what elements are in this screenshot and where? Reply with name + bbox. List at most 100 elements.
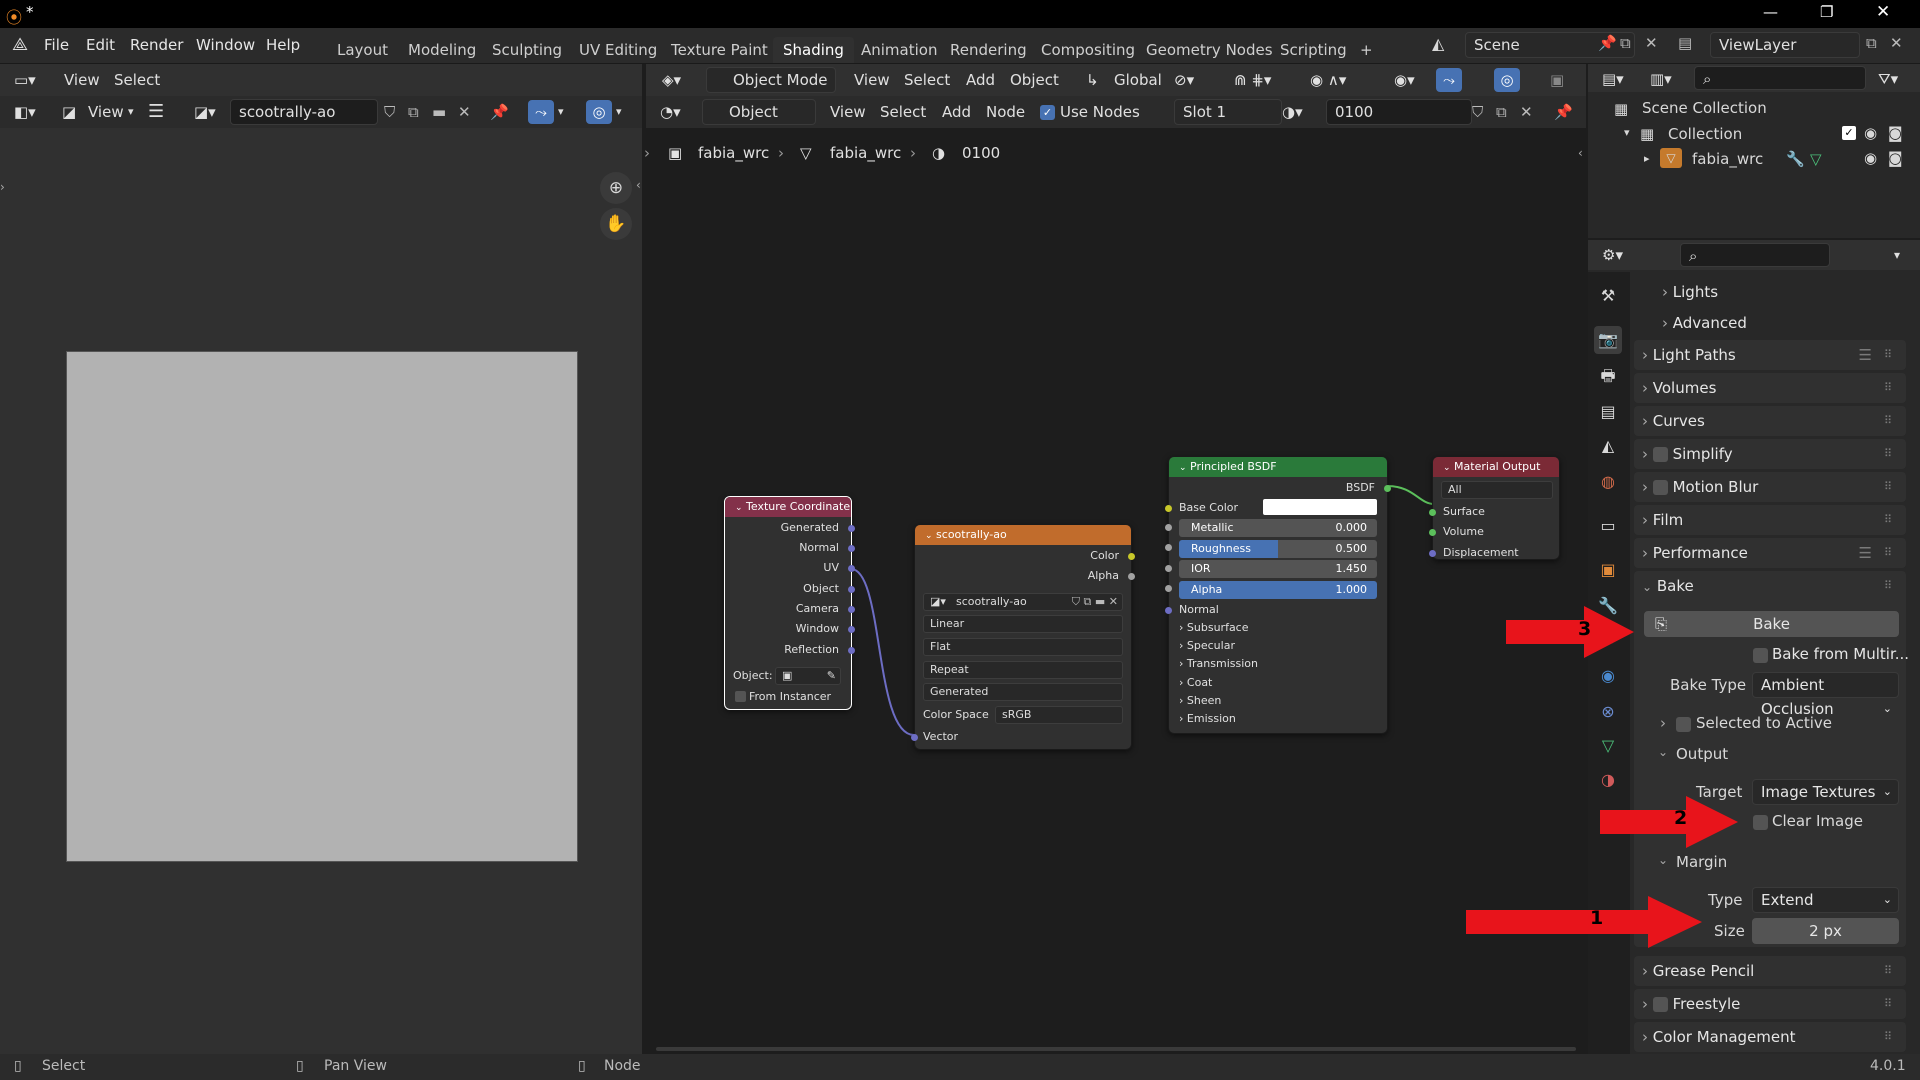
render-tab-icon[interactable]: 📷: [1594, 326, 1622, 354]
transform-orientation-dropdown[interactable]: Global: [1114, 67, 1162, 93]
uv-sync-chevron-icon[interactable]: ▾: [558, 99, 564, 125]
filter-icon[interactable]: ⛛▾: [1878, 66, 1898, 92]
scene-tab-icon[interactable]: ◭: [1594, 432, 1622, 460]
node-header[interactable]: ⌄ Principled BSDF: [1169, 457, 1387, 477]
image-browse-icon[interactable]: ◪▾: [930, 595, 946, 608]
panel-emission[interactable]: › Emission: [1179, 712, 1236, 725]
drag-handle-icon[interactable]: ⠿: [1884, 956, 1892, 986]
panel-lights[interactable]: › Lights: [1636, 277, 1906, 307]
open-image-folder-icon[interactable]: ▬: [432, 99, 446, 125]
properties-options-icon[interactable]: ▾: [1894, 242, 1900, 268]
socket-metallic[interactable]: [1165, 524, 1172, 531]
view-dropdown[interactable]: View: [88, 99, 124, 125]
uv-sync-icon[interactable]: ⤳: [528, 100, 554, 124]
panel-bake-header[interactable]: ⌄ Bake ⠿: [1634, 571, 1906, 601]
object-label[interactable]: fabia_wrc: [1692, 150, 1763, 168]
texture-coordinate-node[interactable]: ⌄ Texture Coordinate Generated Normal UV…: [724, 496, 855, 710]
tab-uv-editing[interactable]: UV Editing: [569, 37, 667, 63]
margin-collapse-icon[interactable]: ⌄: [1658, 853, 1668, 867]
close-icon[interactable]: ✕: [1876, 2, 1890, 22]
drag-handle-icon[interactable]: ⠿: [1884, 538, 1892, 568]
socket-surface[interactable]: [1429, 509, 1436, 516]
panel-specular[interactable]: › Specular: [1179, 639, 1235, 652]
drag-handle-icon[interactable]: ⠿: [1884, 505, 1892, 535]
tab-scripting[interactable]: Scripting: [1270, 37, 1357, 63]
socket-color[interactable]: [1128, 553, 1135, 560]
blender-menu-icon[interactable]: ⟁: [12, 34, 28, 55]
freestyle-checkbox[interactable]: [1652, 997, 1668, 1012]
target-dropdown[interactable]: Image Textures ⌄: [1752, 779, 1899, 805]
drag-handle-icon[interactable]: ⠿: [1884, 989, 1892, 1019]
alpha-slider[interactable]: Alpha 1.000: [1179, 581, 1377, 599]
socket-window[interactable]: [848, 626, 855, 633]
object-picker-field[interactable]: ▣ ✎: [775, 667, 841, 685]
gizmo-icon[interactable]: ⤳: [1436, 68, 1462, 92]
color-space-dropdown[interactable]: sRGB: [995, 706, 1123, 724]
panel-subsurface[interactable]: › Subsurface: [1179, 621, 1249, 634]
object-visibility-icon[interactable]: ◉: [1864, 149, 1877, 167]
panel-film[interactable]: › Film ⠿: [1634, 505, 1906, 535]
tab-rendering[interactable]: Rendering: [940, 37, 1037, 63]
collection-exclude-checkbox[interactable]: ✓: [1842, 126, 1856, 140]
node-header[interactable]: ⌄ scootrally-ao: [915, 525, 1131, 545]
minimize-icon[interactable]: —: [1763, 3, 1778, 21]
baked-image-canvas[interactable]: [66, 351, 578, 862]
panel-light-paths[interactable]: › Light Paths ☰ ⠿: [1634, 340, 1906, 370]
viewlayer-selector[interactable]: ViewLayer: [1710, 32, 1860, 58]
socket-displacement[interactable]: [1429, 550, 1436, 557]
tab-layout[interactable]: Layout: [327, 37, 398, 63]
socket-vector[interactable]: [911, 734, 918, 741]
eyedropper-icon[interactable]: ✎: [827, 668, 836, 684]
material-fake-user-icon[interactable]: ⛉: [1472, 99, 1483, 125]
socket-reflection[interactable]: [848, 647, 855, 654]
outliner-editor-type-icon[interactable]: ▤▾: [1602, 66, 1624, 92]
material-unlink-icon[interactable]: ✕: [1520, 99, 1533, 125]
world-tab-icon[interactable]: ◍: [1594, 468, 1622, 496]
motion-blur-checkbox[interactable]: [1652, 480, 1668, 495]
constraints-tab-icon[interactable]: ⊗: [1594, 698, 1622, 726]
sidebar-expand-icon[interactable]: ‹: [636, 178, 641, 192]
panel-volumes[interactable]: › Volumes ⠿: [1634, 373, 1906, 403]
menu-help[interactable]: Help: [266, 36, 300, 54]
collection-render-icon[interactable]: ◙: [1888, 124, 1903, 142]
use-nodes-checkbox[interactable]: ✓: [1040, 105, 1055, 120]
socket-alpha[interactable]: [1128, 573, 1135, 580]
tab-shading[interactable]: Shading: [773, 37, 854, 63]
bake-button[interactable]: ⎘ Bake: [1644, 611, 1899, 637]
output-tab-icon[interactable]: 🖶: [1594, 362, 1622, 390]
shader-type-dropdown[interactable]: Object: [702, 99, 816, 125]
drag-handle-icon[interactable]: ⠿: [1884, 571, 1892, 601]
visibility-icon[interactable]: ◉▾: [1394, 67, 1415, 93]
zoom-icon[interactable]: ⊕: [600, 172, 632, 204]
base-color-swatch[interactable]: [1263, 499, 1377, 515]
presets-list-icon[interactable]: ☰: [1859, 538, 1872, 568]
modifier-icon[interactable]: 🔧: [1786, 150, 1805, 168]
new-scene-icon[interactable]: ⧉: [1620, 34, 1631, 52]
tab-compositing[interactable]: Compositing: [1031, 37, 1145, 63]
presets-list-icon[interactable]: ☰: [1859, 340, 1872, 370]
drag-handle-icon[interactable]: ⠿: [1884, 439, 1892, 469]
panel-freestyle[interactable]: › Freestyle ⠿: [1634, 989, 1906, 1019]
delete-scene-icon[interactable]: ✕: [1645, 34, 1658, 52]
interpolation-dropdown[interactable]: Linear: [923, 615, 1123, 633]
xray-icon[interactable]: ▣: [1550, 67, 1564, 93]
node-header[interactable]: ⌄ Texture Coordinate: [725, 497, 851, 517]
fake-user-shield-icon[interactable]: ⛉: [384, 99, 395, 125]
socket-volume[interactable]: [1429, 529, 1436, 536]
menu-window[interactable]: Window: [196, 36, 255, 54]
tab-modeling[interactable]: Modeling: [398, 37, 486, 63]
image-view-menu[interactable]: View: [64, 67, 100, 93]
margin-size-field[interactable]: 2 px: [1752, 918, 1899, 944]
properties-search-input[interactable]: ⌕: [1680, 243, 1830, 267]
drag-handle-icon[interactable]: ⠿: [1884, 373, 1892, 403]
hamburger-menu-icon[interactable]: ☰: [148, 99, 164, 125]
data-tab-icon[interactable]: ▽: [1594, 732, 1622, 760]
pin-image-icon[interactable]: 📌: [490, 99, 509, 125]
tab-texture-paint[interactable]: Texture Paint: [661, 37, 778, 63]
pin-icon[interactable]: 📌: [1598, 34, 1617, 52]
object-render-icon[interactable]: ◙: [1888, 149, 1903, 167]
pan-hand-icon[interactable]: ✋: [600, 208, 632, 240]
viewport-select-menu[interactable]: Select: [904, 67, 950, 93]
viewport-editor-type-icon[interactable]: ◈▾: [662, 67, 681, 93]
panel-coat[interactable]: › Coat: [1179, 676, 1212, 689]
